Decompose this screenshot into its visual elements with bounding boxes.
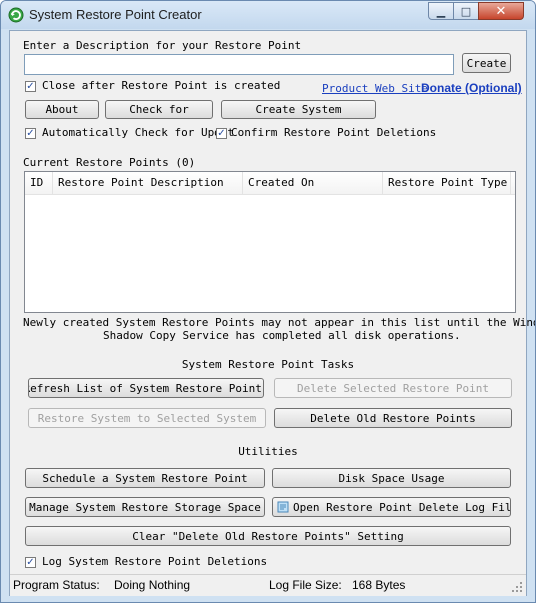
disk-space-usage-button[interactable]: Disk Space Usage — [272, 468, 511, 488]
clear-delete-old-setting-button[interactable]: Clear "Delete Old Restore Points" Settin… — [25, 526, 511, 546]
column-type[interactable]: Restore Point Type — [383, 172, 511, 194]
product-web-site-link[interactable]: Product Web Site — [322, 82, 428, 95]
donate-link[interactable]: Donate (Optional) — [421, 81, 522, 95]
confirm-deletions-checkbox[interactable]: ✓ — [216, 128, 227, 139]
window-title: System Restore Point Creator — [29, 7, 202, 22]
note-line-2: Shadow Copy Service has completed all di… — [103, 329, 461, 342]
create-system-checkpoint-button[interactable]: Create System — [221, 100, 376, 119]
app-window: System Restore Point Creator ▁ □ ✕ Enter… — [0, 0, 536, 603]
restore-selected-button[interactable]: Restore System to Selected System — [28, 408, 266, 428]
auto-check-updates-checkbox[interactable]: ✓ — [25, 128, 36, 139]
description-input[interactable] — [24, 54, 454, 75]
status-bar: Program Status: Doing Nothing Log File S… — [10, 574, 526, 596]
manage-storage-space-button[interactable]: Manage System Restore Storage Space — [25, 497, 265, 517]
schedule-restore-point-button[interactable]: Schedule a System Restore Point — [25, 468, 265, 488]
create-button[interactable]: Create — [462, 53, 511, 73]
about-button[interactable]: About — [25, 100, 99, 119]
log-file-size-value: 168 Bytes — [352, 578, 406, 592]
maximize-button[interactable]: □ — [453, 2, 479, 20]
program-status-value: Doing Nothing — [114, 578, 191, 592]
close-after-checkbox[interactable]: ✓ — [25, 81, 36, 92]
delete-old-button[interactable]: Delete Old Restore Points — [274, 408, 512, 428]
open-delete-log-label: Open Restore Point Delete Log File — [293, 500, 511, 514]
column-id[interactable]: ID — [25, 172, 53, 194]
title-bar[interactable]: System Restore Point Creator ▁ □ ✕ — [1, 1, 535, 29]
program-status-label: Program Status: — [13, 578, 100, 592]
tasks-heading: System Restore Point Tasks — [181, 358, 355, 371]
restore-points-label: Current Restore Points (0) — [23, 156, 196, 169]
open-delete-log-button[interactable]: Open Restore Point Delete Log File — [272, 497, 511, 517]
confirm-deletions-label: Confirm Restore Point Deletions — [231, 126, 437, 139]
check-for-updates-button[interactable]: Check for — [105, 100, 213, 119]
refresh-list-button[interactable]: Refresh List of System Restore Points — [28, 378, 264, 398]
auto-check-updates-label: Automatically Check for Updat — [42, 126, 235, 139]
main-panel: Enter a Description for your Restore Poi… — [9, 30, 535, 596]
utilities-heading: Utilities — [238, 445, 298, 458]
list-header: ID Restore Point Description Created On … — [25, 172, 515, 195]
column-description[interactable]: Restore Point Description — [53, 172, 243, 194]
close-after-label: Close after Restore Point is created — [42, 79, 281, 92]
log-file-icon — [277, 501, 289, 513]
restore-points-list[interactable]: ID Restore Point Description Created On … — [24, 171, 516, 313]
column-created-on[interactable]: Created On — [243, 172, 383, 194]
close-button[interactable]: ✕ — [478, 2, 524, 20]
note-line-1: Newly created System Restore Points may … — [23, 316, 536, 329]
minimize-button[interactable]: ▁ — [428, 2, 454, 20]
log-deletions-label: Log System Restore Point Deletions — [42, 555, 268, 568]
log-file-size-label: Log File Size: — [269, 578, 342, 592]
log-deletions-checkbox[interactable]: ✓ — [25, 557, 36, 568]
resize-grip-icon[interactable] — [512, 582, 523, 593]
restore-arrow-icon — [8, 7, 24, 23]
delete-selected-button[interactable]: Delete Selected Restore Point — [274, 378, 512, 398]
description-label: Enter a Description for your Restore Poi… — [23, 39, 302, 52]
